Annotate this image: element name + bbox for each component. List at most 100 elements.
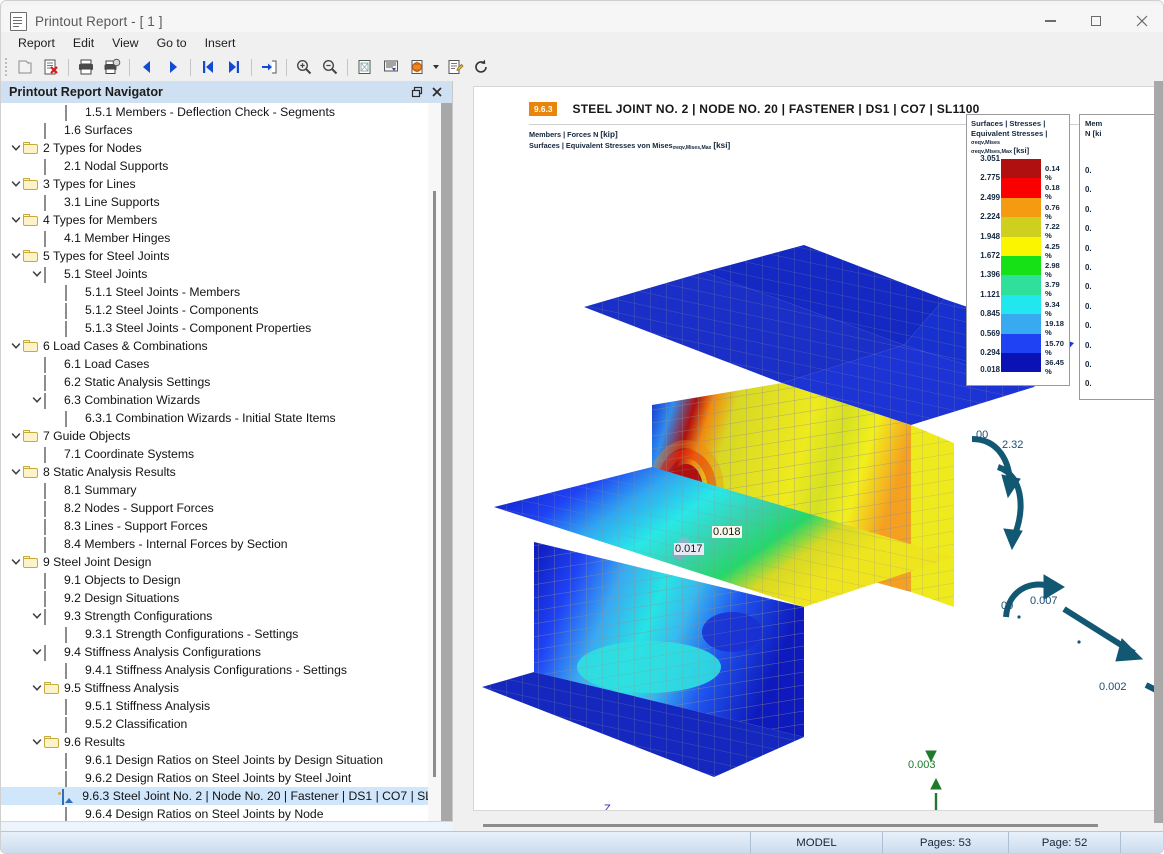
close-icon[interactable] — [428, 83, 446, 101]
tree-item[interactable]: 8 Static Analysis Results — [1, 463, 451, 481]
tree-item[interactable]: 9.4 Stiffness Analysis Configurations — [1, 643, 451, 661]
tree-item[interactable]: 1.5.1 Members - Deflection Check - Segme… — [1, 103, 451, 121]
chevron-down-icon[interactable] — [9, 247, 23, 265]
tree-item-selected[interactable]: 9.6.3 Steel Joint No. 2 | Node No. 20 | … — [1, 787, 451, 805]
annotation-force-0002: 0.002 — [1099, 681, 1127, 693]
first-page-icon[interactable] — [195, 55, 221, 79]
report-hscroll-thumb[interactable] — [483, 824, 1098, 827]
folder-icon — [44, 682, 59, 694]
refresh-icon[interactable] — [468, 55, 494, 79]
folder-icon — [23, 340, 38, 352]
tree-item[interactable]: 4.1 Member Hinges — [1, 229, 451, 247]
tree-item[interactable]: 9.6 Results — [1, 733, 451, 751]
tree-item[interactable]: 5 Types for Steel Joints — [1, 247, 451, 265]
tree-item[interactable]: 2 Types for Nodes — [1, 139, 451, 157]
tree-item[interactable]: 2.1 Nodal Supports — [1, 157, 451, 175]
chevron-down-icon[interactable] — [30, 607, 44, 625]
tree-item[interactable]: 6.3 Combination Wizards — [1, 391, 451, 409]
tree-item-label: 6.3 Combination Wizards — [64, 393, 201, 407]
chevron-down-icon[interactable] — [30, 679, 44, 697]
tree-item[interactable]: 9.5.2 Classification — [1, 715, 451, 733]
menu-report[interactable]: Report — [9, 33, 64, 53]
tree-item[interactable]: 6.2 Static Analysis Settings — [1, 373, 451, 391]
tree-item[interactable]: 8.2 Nodes - Support Forces — [1, 499, 451, 517]
go-to-page-icon[interactable] — [256, 55, 282, 79]
tree-item[interactable]: 9.6.1 Design Ratios on Steel Joints by D… — [1, 751, 451, 769]
tree-item[interactable]: 7 Guide Objects — [1, 427, 451, 445]
tree-item[interactable]: 8.3 Lines - Support Forces — [1, 517, 451, 535]
report-vertical-scrollbar[interactable] — [1154, 81, 1163, 823]
tree-item[interactable]: 1.6 Surfaces — [1, 121, 451, 139]
tree-item[interactable]: 9.3.1 Strength Configurations - Settings — [1, 625, 451, 643]
chevron-down-icon[interactable] — [30, 643, 44, 661]
next-page-icon[interactable] — [160, 55, 186, 79]
tree-item[interactable]: 9 Steel Joint Design — [1, 553, 451, 571]
chevron-down-icon[interactable] — [9, 211, 23, 229]
tree-item[interactable]: 6.3.1 Combination Wizards - Initial Stat… — [1, 409, 451, 427]
report-horizontal-scrollbar[interactable] — [453, 821, 1154, 831]
export-icon[interactable] — [404, 55, 430, 79]
print-icon[interactable] — [73, 55, 99, 79]
tree-item[interactable]: 9.6.2 Design Ratios on Steel Joints by S… — [1, 769, 451, 787]
tree-item[interactable]: 3.1 Line Supports — [1, 193, 451, 211]
legend-scale: 3.051 0.14 % 2.775 0.18 % 2.499 0.76 % 2.224 7.… — [971, 154, 1065, 380]
navigator-scroll-thumb[interactable] — [433, 191, 436, 777]
legend-title-line1: Surfaces | Stresses | — [971, 119, 1046, 128]
tree-item[interactable]: 9.1 Objects to Design — [1, 571, 451, 589]
tree-item[interactable]: 6 Load Cases & Combinations — [1, 337, 451, 355]
tree-item[interactable]: 5.1.3 Steel Joints - Component Propertie… — [1, 319, 451, 337]
tree-item[interactable]: 9.3 Strength Configurations — [1, 607, 451, 625]
menu-goto[interactable]: Go to — [148, 33, 196, 53]
chevron-down-icon[interactable] — [30, 265, 44, 283]
tree-item[interactable]: 9.2 Design Situations — [1, 589, 451, 607]
report-tree[interactable]: 1.5.1 Members - Deflection Check - Segme… — [1, 103, 451, 823]
menu-view[interactable]: View — [103, 33, 147, 53]
float-icon[interactable] — [408, 83, 426, 101]
table-icon — [65, 753, 80, 769]
report-selection-icon[interactable] — [378, 55, 404, 79]
chevron-down-icon[interactable] — [9, 175, 23, 193]
delete-report-icon[interactable] — [38, 55, 64, 79]
edit-report-icon[interactable] — [442, 55, 468, 79]
chevron-down-icon[interactable] — [30, 391, 44, 409]
chevron-down-icon[interactable] — [9, 553, 23, 571]
tree-item[interactable]: 9.5 Stiffness Analysis — [1, 679, 451, 697]
legend2-value: 0. — [1085, 340, 1092, 350]
chevron-down-icon[interactable] — [9, 139, 23, 157]
menu-edit[interactable]: Edit — [64, 33, 103, 53]
tree-item[interactable]: 5.1 Steel Joints — [1, 265, 451, 283]
page-setup-icon[interactable] — [352, 55, 378, 79]
folder-icon — [23, 142, 38, 154]
navigator-vertical-scrollbar[interactable] — [428, 103, 441, 823]
tree-item[interactable]: 9.4.1 Stiffness Analysis Configurations … — [1, 661, 451, 679]
tree-item[interactable]: 8.1 Summary — [1, 481, 451, 499]
tree-item-label: 2 Types for Nodes — [43, 141, 142, 155]
export-dropdown-caret-icon[interactable] — [430, 55, 442, 79]
tree-item[interactable]: 5.1.1 Steel Joints - Members — [1, 283, 451, 301]
legend-value-upper: 3.051 — [980, 154, 1000, 163]
chevron-down-icon[interactable] — [9, 427, 23, 445]
last-page-icon[interactable] — [221, 55, 247, 79]
tree-item-label: 3.1 Line Supports — [64, 195, 160, 209]
zoom-out-icon[interactable] — [317, 55, 343, 79]
tree-item[interactable]: 9.5.1 Stiffness Analysis — [1, 697, 451, 715]
tree-item[interactable]: 4 Types for Members — [1, 211, 451, 229]
chevron-down-icon[interactable] — [9, 337, 23, 355]
print-setup-icon[interactable] — [99, 55, 125, 79]
chevron-down-icon[interactable] — [30, 733, 44, 751]
previous-page-icon[interactable] — [134, 55, 160, 79]
menu-insert[interactable]: Insert — [196, 33, 245, 53]
zoom-in-icon[interactable] — [291, 55, 317, 79]
tree-item[interactable]: 8.4 Members - Internal Forces by Section — [1, 535, 451, 553]
chevron-down-icon[interactable] — [9, 463, 23, 481]
open-report-icon[interactable] — [12, 55, 38, 79]
navigator-horizontal-scrollbar[interactable] — [1, 821, 453, 831]
tree-item[interactable]: 7.1 Coordinate Systems — [1, 445, 451, 463]
tree-item[interactable]: 5.1.2 Steel Joints - Components — [1, 301, 451, 319]
tree-item[interactable]: 3 Types for Lines — [1, 175, 451, 193]
tree-item[interactable]: 6.1 Load Cases — [1, 355, 451, 373]
toolbar-grip[interactable] — [3, 58, 10, 76]
